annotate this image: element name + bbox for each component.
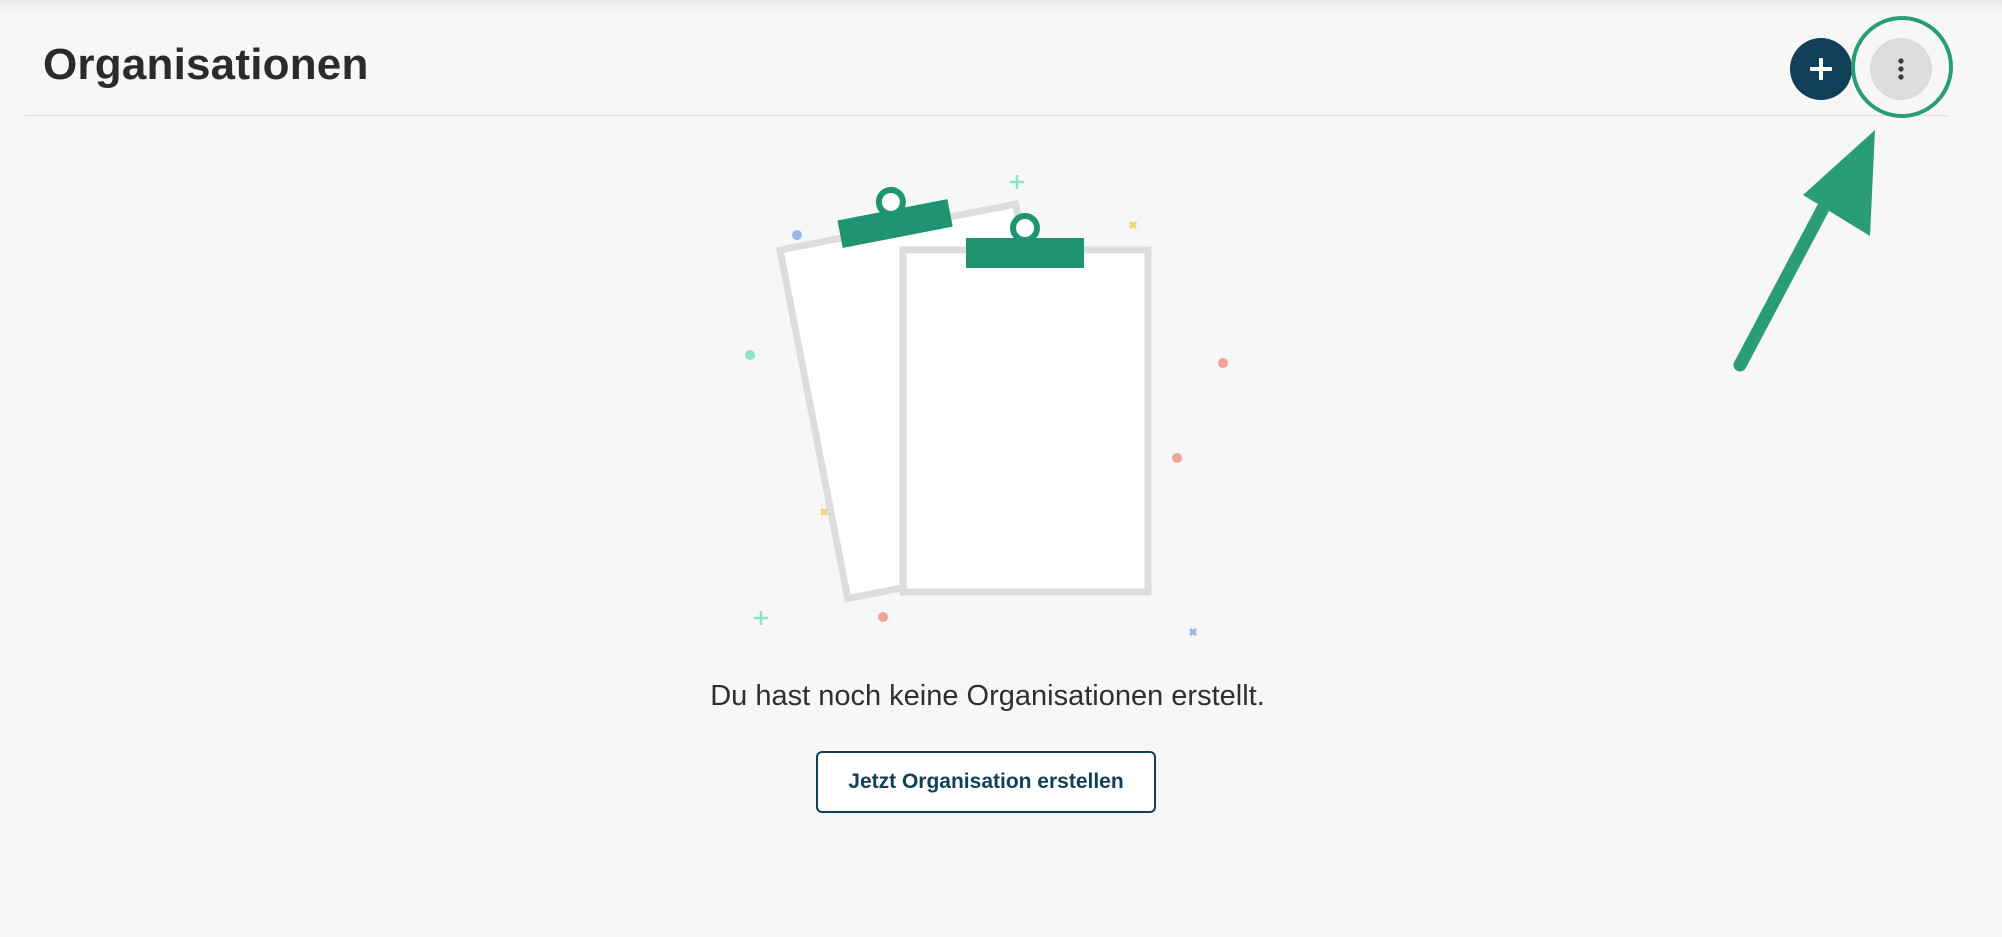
create-organisation-button[interactable]: Jetzt Organisation erstellen: [816, 751, 1156, 813]
organisations-panel: Organisationen Du hast noch keine Organi…: [0, 0, 2002, 937]
more-options-button[interactable]: [1870, 38, 1932, 100]
clipboards-illustration: [745, 175, 1228, 637]
page-header: Organisationen: [25, 0, 1947, 116]
add-organisation-button[interactable]: [1790, 38, 1852, 100]
page-title: Organisationen: [43, 40, 369, 89]
annotation-arrow-icon: [1733, 130, 1875, 372]
app-canvas: Organisationen Du hast noch keine Organi…: [0, 0, 2002, 937]
empty-state-message: Du hast noch keine Organisationen erstel…: [710, 680, 1265, 712]
plus-icon: [1810, 58, 1832, 80]
more-vertical-icon: [1898, 58, 1904, 80]
